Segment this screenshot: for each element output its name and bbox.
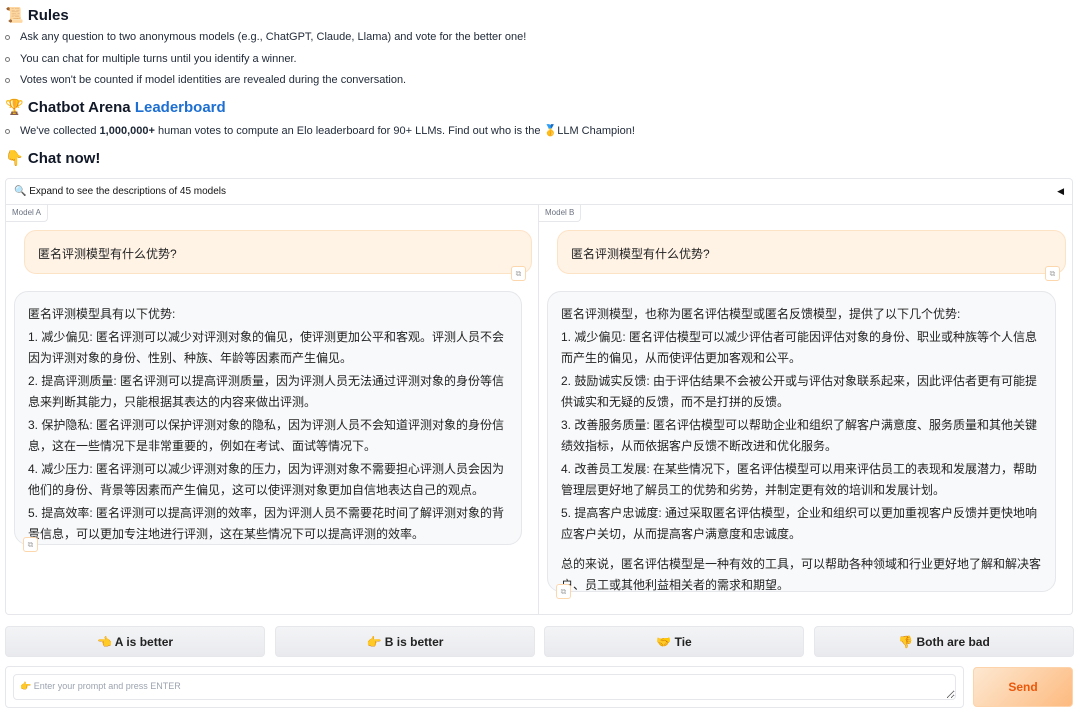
reply-paragraph: 匿名评测模型，也称为匿名评估模型或匿名反馈模型，提供了以下几个优势: — [561, 307, 961, 321]
models-accordion[interactable]: 🔍 Expand to see the descriptions of 45 m… — [5, 178, 1073, 205]
model-b-label: Model B — [539, 204, 582, 222]
rule-item: You can chat for multiple turns until yo… — [5, 53, 297, 65]
thumbs-down-icon: 👎 — [898, 635, 914, 649]
leaderboard-heading: 🏆 Chatbot Arena Leaderboard — [5, 99, 226, 116]
reply-paragraph: 1. 减少偏见: 匿名评测可以减少对评测对象的偏见，使评测更加公平和客观。评测人… — [28, 329, 505, 366]
copy-icon[interactable]: ⧉ — [556, 584, 571, 599]
collapse-toggle-icon[interactable]: ◀ — [1057, 186, 1064, 197]
trophy-icon: 🏆 — [5, 99, 24, 116]
rules-heading: 📜 Rules — [5, 7, 69, 24]
point-left-icon: 👈 — [96, 635, 112, 649]
model-b-chatbot: Model B 匿名评测模型有什么优势? ⧉ 匿名评测模型，也称为匿名评估模型或… — [539, 204, 1073, 614]
scroll-icon: 📜 — [5, 7, 24, 24]
tie-button[interactable]: 🤝 Tie — [544, 626, 804, 657]
reply-paragraph: 5. 提高客户忠诚度: 通过采取匿名评估模型，企业和组织可以更加重视客户反馈并更… — [561, 505, 1038, 542]
medal-icon: 🥇 — [543, 125, 558, 137]
reply-paragraph: 总的来说，匿名评估模型是一种有效的工具，可以帮助各种领域和行业更好地了解和解决客… — [561, 556, 1042, 593]
copy-icon[interactable]: ⧉ — [511, 266, 526, 281]
prompt-box — [5, 666, 964, 708]
reply-paragraph: 3. 保护隐私: 匿名评测可以保护评测对象的隐私，因为评测人员不会知道评测对象的… — [28, 417, 505, 454]
leaderboard-link[interactable]: Leaderboard — [135, 99, 226, 116]
model-a-chatbot: Model A 匿名评测模型有什么优势? ⧉ 匿名评测模型具有以下优势: 1. 减… — [6, 204, 539, 614]
user-message: 匿名评测模型有什么优势? — [24, 230, 532, 274]
b-is-better-button[interactable]: 👉 B is better — [275, 626, 535, 657]
reply-paragraph: 3. 改善服务质量: 匿名评估模型可以帮助企业和组织了解客户满意度、服务质量和其… — [561, 417, 1038, 454]
handshake-icon: 🤝 — [656, 635, 672, 649]
copy-icon[interactable]: ⧉ — [23, 537, 38, 552]
copy-icon[interactable]: ⧉ — [1045, 266, 1060, 281]
assistant-message: 匿名评测模型，也称为匿名评估模型或匿名反馈模型，提供了以下几个优势: 1. 减少偏… — [547, 291, 1056, 592]
reply-paragraph: 2. 鼓励诚实反馈: 由于评估结果不会被公开或与评估对象联系起来，因此评估者更有… — [561, 373, 1038, 410]
reply-paragraph: 4. 改善员工发展: 在某些情况下，匿名评估模型可以用来评估员工的表现和发展潜力… — [561, 461, 1038, 498]
both-bad-button[interactable]: 👎 Both are bad — [814, 626, 1074, 657]
reply-paragraph: 2. 提高评测质量: 匿名评测可以提高评测质量，因为评测人员无法通过评测对象的身… — [28, 373, 505, 410]
send-button[interactable]: Send — [973, 667, 1073, 707]
chat-panel: Model A 匿名评测模型有什么优势? ⧉ 匿名评测模型具有以下优势: 1. 减… — [5, 204, 1073, 615]
reply-paragraph: 匿名评测模型具有以下优势: — [28, 307, 176, 321]
search-icon: 🔍 — [14, 186, 27, 197]
model-a-label: Model A — [6, 204, 48, 222]
pointing-down-icon: 👇 — [5, 150, 24, 167]
rule-item: Votes won't be counted if model identiti… — [5, 74, 406, 86]
a-is-better-button[interactable]: 👈 A is better — [5, 626, 265, 657]
reply-paragraph: 1. 减少偏见: 匿名评估模型可以减少评估者可能因评估对象的身份、职业或种族等个… — [561, 329, 1038, 366]
rule-item: Ask any question to two anonymous models… — [5, 31, 526, 43]
prompt-input[interactable] — [13, 674, 956, 700]
reply-paragraph: 5. 提高效率: 匿名评测可以提高评测的效率，因为评测人员不需要花时间了解评测对… — [28, 505, 505, 542]
point-right-icon: 👉 — [366, 635, 382, 649]
user-message: 匿名评测模型有什么优势? — [557, 230, 1066, 274]
reply-paragraph: 4. 减少压力: 匿名评测可以减少评测对象的压力，因为评测对象不需要担心评测人员… — [28, 461, 505, 498]
leaderboard-info: We've collected 1,000,000+ human votes t… — [5, 124, 635, 137]
assistant-message: 匿名评测模型具有以下优势: 1. 减少偏见: 匿名评测可以减少对评测对象的偏见，使… — [14, 291, 522, 545]
chat-now-heading: 👇 Chat now! — [5, 150, 101, 167]
